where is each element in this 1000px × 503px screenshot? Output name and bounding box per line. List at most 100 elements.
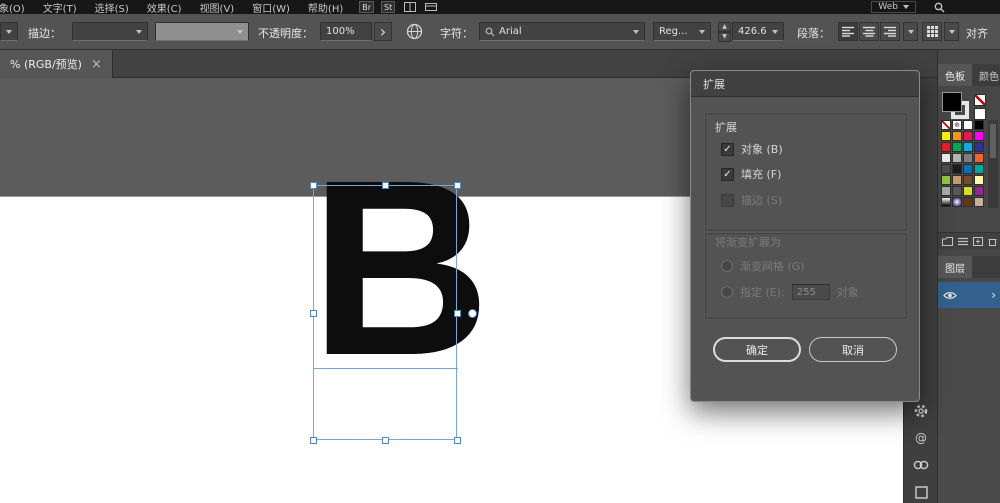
menu-item[interactable]: 文字(T)	[34, 0, 86, 15]
swatch[interactable]	[963, 120, 973, 130]
swatch[interactable]	[952, 164, 962, 174]
selection-handle[interactable]	[382, 182, 389, 189]
workspace-switcher[interactable]: Web	[871, 1, 916, 13]
menu-item[interactable]: 效果(C)	[138, 0, 191, 15]
font-family-field[interactable]: Arial	[479, 22, 645, 41]
swatch[interactable]	[974, 131, 984, 141]
menu-item[interactable]: 窗口(W)	[243, 0, 299, 15]
swatch[interactable]	[974, 153, 984, 163]
bridge-button[interactable]: Br	[359, 1, 375, 13]
swatch[interactable]	[963, 175, 973, 185]
swatch[interactable]	[941, 197, 951, 207]
swatch[interactable]	[974, 164, 984, 174]
font-size-field[interactable]: 426.6	[732, 22, 784, 41]
fill-checkbox[interactable]: ✓	[721, 167, 734, 181]
swatch[interactable]	[952, 131, 962, 141]
chevron-down-icon	[903, 5, 909, 9]
align-right-button[interactable]	[880, 22, 900, 41]
swatch[interactable]	[963, 164, 973, 174]
swatch[interactable]	[963, 197, 973, 207]
align-center-button[interactable]	[859, 22, 879, 41]
cc-libraries-icon[interactable]: @	[912, 429, 930, 447]
selection-handle[interactable]	[382, 437, 389, 444]
stepper-up-icon[interactable]: ▲	[718, 22, 731, 32]
swatch[interactable]	[941, 142, 951, 152]
eye-icon[interactable]	[943, 291, 957, 300]
opacity-field[interactable]: 100%	[320, 22, 372, 41]
swatch[interactable]: ⊕	[952, 120, 962, 130]
glyph-grid-icon[interactable]	[922, 22, 942, 41]
swatch[interactable]	[963, 186, 973, 196]
specify-radio-row: 指定 (E): 255 对象	[721, 284, 859, 300]
swatch-libraries-icon[interactable]	[942, 237, 953, 246]
swatches-scrollbar[interactable]	[988, 120, 998, 208]
tab-layers[interactable]: 图层	[938, 256, 972, 278]
swatch[interactable]	[963, 153, 973, 163]
artboards-icon[interactable]	[912, 483, 930, 501]
scrollbar-thumb[interactable]	[990, 124, 996, 158]
layer-row-selected[interactable]: ›	[938, 282, 1000, 308]
layer-expand-chevron[interactable]: ›	[991, 288, 996, 302]
stepper-down-icon[interactable]: ▼	[718, 32, 731, 42]
selection-handle[interactable]	[454, 182, 461, 189]
align-left-button[interactable]	[838, 22, 858, 41]
partial-dropdown[interactable]	[0, 22, 18, 41]
swatch[interactable]	[963, 142, 973, 152]
selection-handle[interactable]	[310, 310, 317, 317]
links-icon[interactable]	[912, 456, 930, 474]
menu-item[interactable]: 选择(S)	[86, 0, 138, 15]
tab-color[interactable]: 颜色	[972, 64, 1000, 86]
swatch[interactable]	[941, 153, 951, 163]
search-icon[interactable]	[934, 2, 945, 13]
ok-button[interactable]: 确定	[713, 337, 801, 362]
selection-handle[interactable]	[454, 310, 461, 317]
delete-swatch-icon[interactable]	[988, 237, 997, 246]
menu-item[interactable]: 视图(V)	[191, 0, 244, 15]
swatch[interactable]	[974, 120, 984, 130]
dialog-titlebar[interactable]: 扩展	[691, 71, 919, 97]
tab-swatches[interactable]: 色板	[938, 64, 972, 86]
selection-handle[interactable]	[454, 437, 461, 444]
swatch[interactable]	[974, 175, 984, 185]
swatch[interactable]	[952, 175, 962, 185]
swatch[interactable]	[941, 120, 951, 130]
swatch[interactable]	[941, 131, 951, 141]
swatch[interactable]	[974, 142, 984, 152]
swatch[interactable]	[941, 164, 951, 174]
stock-button[interactable]: St	[381, 1, 396, 13]
menu-item[interactable]: 帮助(H)	[299, 0, 352, 15]
swatch-kinds-icon[interactable]	[958, 237, 968, 246]
stroke-weight-dropdown[interactable]	[72, 22, 148, 41]
swatch[interactable]	[963, 131, 973, 141]
swatch[interactable]	[974, 197, 984, 207]
swatch[interactable]	[974, 186, 984, 196]
swatch[interactable]	[952, 186, 962, 196]
screen-mode-icon[interactable]	[425, 2, 438, 12]
none-swatch[interactable]	[974, 94, 986, 106]
object-checkbox[interactable]: ✓	[721, 142, 734, 156]
paragraph-flyout-button[interactable]	[903, 22, 918, 41]
swatch[interactable]	[952, 153, 962, 163]
grid-flyout-button[interactable]	[944, 22, 959, 41]
white-swatch[interactable]	[974, 108, 986, 120]
new-swatch-icon[interactable]	[973, 237, 983, 246]
swatch[interactable]	[941, 175, 951, 185]
swatch[interactable]	[952, 142, 962, 152]
swatch[interactable]	[952, 197, 962, 207]
menu-item[interactable]: 象(O)	[0, 0, 34, 15]
opacity-flyout-button[interactable]: ›	[374, 22, 392, 41]
arrange-documents-icon[interactable]	[404, 2, 417, 12]
selection-handle[interactable]	[310, 182, 317, 189]
selection-handle[interactable]	[310, 437, 317, 444]
text-outport-handle[interactable]	[468, 309, 477, 318]
cancel-button[interactable]: 取消	[809, 337, 897, 362]
document-tab[interactable]: % (RGB/预览) ×	[0, 50, 113, 78]
swatch[interactable]	[941, 186, 951, 196]
font-size-stepper[interactable]: ▲ ▼	[718, 22, 731, 42]
font-style-dropdown[interactable]: Reg...	[653, 22, 711, 41]
close-icon[interactable]: ×	[91, 57, 102, 72]
variable-width-profile-dropdown[interactable]	[155, 22, 249, 41]
document-setup-icon[interactable]	[406, 23, 423, 40]
gear-icon[interactable]	[912, 402, 930, 420]
fill-proxy[interactable]	[942, 92, 962, 112]
